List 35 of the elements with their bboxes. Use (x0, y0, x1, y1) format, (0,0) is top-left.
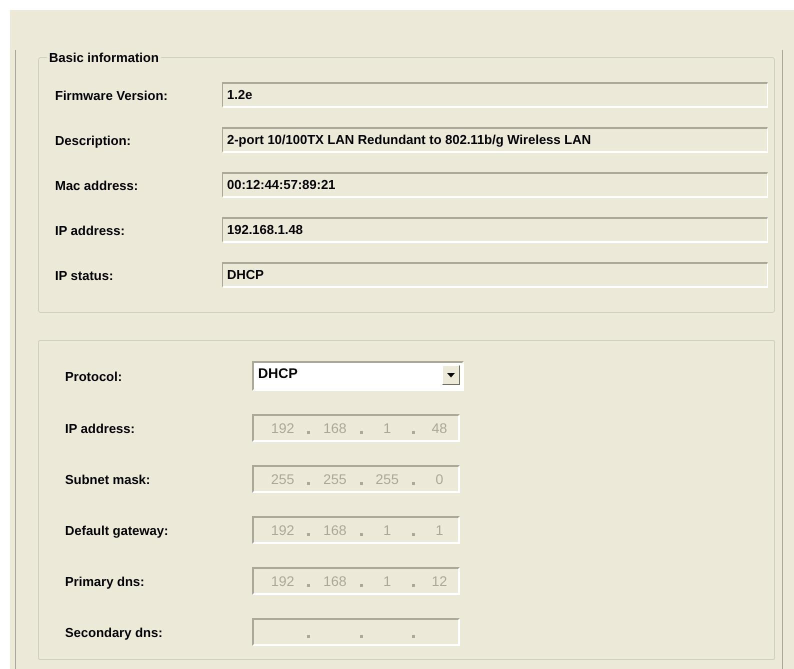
field-label: Primary dns: (65, 574, 146, 588)
octet-separator (412, 584, 415, 586)
octet-separator (307, 482, 310, 484)
octet-separator (307, 430, 310, 434)
protocol-dropdown[interactable]: DHCP (252, 361, 464, 391)
field-label: Firmware Version: (55, 88, 169, 102)
octet-separator (360, 584, 362, 586)
readonly-field: 192.168.1.48 (222, 217, 768, 243)
octet-separator (412, 532, 415, 536)
field-label: Description: (55, 132, 132, 148)
field-label: Default gateway: (65, 522, 170, 538)
octet-separator (360, 482, 362, 484)
octet-separator (307, 634, 310, 638)
dropdown-button[interactable] (442, 365, 460, 385)
group-title: Basic information (48, 50, 160, 65)
octet-separator (412, 634, 415, 638)
octet-separator (360, 634, 362, 638)
readonly-field: DHCP (222, 262, 768, 288)
field-label: Mac address: (55, 178, 140, 192)
readonly-field: 00:12:44:57:89:21 (222, 172, 768, 198)
octet-separator (360, 430, 362, 434)
octet-separator (360, 532, 362, 536)
field-label: IP status: (55, 268, 114, 282)
caret-icon (447, 372, 455, 378)
octet-separator (412, 482, 415, 484)
octet-separator (412, 430, 415, 434)
readonly-field: 2-port 10/100TX LAN Redundant to 802.11b/g Wireless LAN (222, 127, 768, 153)
field-label: Secondary dns: (65, 624, 164, 640)
field-label: IP address: (65, 420, 136, 436)
field-label: Protocol: (65, 368, 124, 384)
field-label: Subnet mask: (65, 472, 152, 486)
octet-separator (307, 532, 310, 536)
field-label: IP address: (55, 222, 126, 238)
readonly-field: 1.2e (222, 82, 768, 108)
octet-separator (307, 584, 310, 586)
